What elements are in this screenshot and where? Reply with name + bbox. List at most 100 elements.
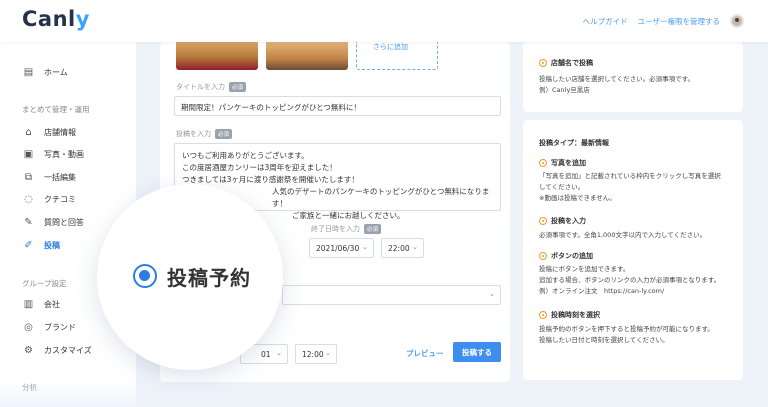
- required-badge: 必須: [364, 224, 382, 234]
- sidebar-item-company[interactable]: ▥ 会社: [22, 298, 60, 311]
- info-card-title-text: 店舗名で投稿: [551, 59, 593, 67]
- schedule-time-value: 12:00: [302, 350, 324, 359]
- help-guide-link[interactable]: ヘルプガイド: [583, 16, 628, 27]
- sidebar-item-label: 投稿: [44, 241, 60, 250]
- store-icon: ⌂: [25, 127, 32, 138]
- sidebar-item-posts[interactable]: ✐ 投稿: [22, 239, 60, 252]
- post-line: いつもご利用ありがとうございます。: [182, 151, 309, 160]
- guide-line: ※動画は投稿できません。: [539, 194, 616, 202]
- image-icon: ▣: [23, 149, 34, 160]
- magnifier-overlay: 投稿予約: [97, 184, 283, 370]
- title-input-value: 期間限定！パンケーキのトッピングがひとつ無料に！: [181, 103, 361, 112]
- guide-line: 投稿したい日付と時刻を選択してください。: [539, 336, 669, 344]
- sidebar-item-reviews[interactable]: ◌ クチコミ: [22, 193, 76, 206]
- guide-line: 投稿予約のボタンを押下すると投稿予約が可能になります。: [539, 325, 714, 333]
- button-type-select[interactable]: ⌄: [282, 285, 501, 305]
- guide-line: 追加する場合、ボタンのリンクの入力が必須事項となります。: [539, 276, 721, 284]
- chevron-down-icon: ⌄: [325, 349, 331, 357]
- avatar[interactable]: [730, 14, 744, 28]
- store-info-card: 店舗名で投稿 投稿したい店舗を選択してください。必須事項です。 例）Canly旦…: [523, 42, 743, 112]
- schedule-time-select[interactable]: 12:00 ⌄: [295, 344, 337, 364]
- pencil-icon: ✐: [24, 240, 33, 251]
- guide-line: してください。: [539, 183, 585, 191]
- logo-text: Canl: [22, 7, 76, 31]
- guide-section-title-text: 投稿を入力: [551, 217, 586, 225]
- location-pin-icon: [539, 252, 547, 260]
- title-label: タイトルを入力 必須: [176, 82, 247, 92]
- gear-icon: ⚙: [24, 345, 33, 356]
- qa-icon: ✎: [24, 217, 33, 228]
- sidebar-item-label: ブランド: [44, 323, 76, 332]
- end-datetime-label: 終了日時を入力 必須: [311, 224, 382, 234]
- sidebar-item-label: 会社: [44, 300, 60, 309]
- sidebar-item-label: 一括編集: [44, 173, 76, 182]
- guide-section-text: 「写真を追加」と記載されている枠内をクリックし写真を選択 してください。 ※動画…: [539, 171, 739, 204]
- post-guide-card: 投稿タイプ：最新情報 写真を追加 「写真を追加」と記載されている枠内をクリックし…: [523, 120, 743, 380]
- preview-button[interactable]: プレビュー: [406, 348, 444, 359]
- info-card-text: 投稿したい店舗を選択してください。必須事項です。 例）Canly旦黒店: [539, 74, 739, 96]
- schedule-date-value: 01: [261, 350, 271, 359]
- photo-thumbnail[interactable]: [176, 42, 258, 70]
- review-icon: ◌: [24, 194, 33, 205]
- sidebar-item-label: 写真・動画: [44, 150, 84, 159]
- end-time-select[interactable]: 22:00 ⌄: [381, 238, 424, 258]
- add-photo-label: さらに追加: [373, 43, 408, 51]
- required-badge: 必須: [215, 129, 233, 139]
- guide-section-text: 投稿にボタンを追加できます。 追加する場合、ボタンのリンクの入力が必須事項となり…: [539, 264, 739, 297]
- guide-line: 「写真を追加」と記載されている枠内をクリックし写真を選択: [539, 172, 721, 180]
- sidebar-item-photos[interactable]: ▣ 写真・動画: [22, 148, 84, 161]
- guide-section-title: 写真を追加: [539, 158, 586, 168]
- info-line: 投稿したい店舗を選択してください。必須事項です。: [539, 75, 694, 83]
- sidebar-item-customize[interactable]: ⚙ カスタマイズ: [22, 344, 92, 357]
- guide-heading: 投稿タイプ：最新情報: [539, 139, 609, 147]
- building-icon: ▥: [23, 299, 34, 310]
- sidebar-item-bulk-edit[interactable]: ⧉ 一括編集: [22, 171, 76, 184]
- sidebar-section-group: グループ設定: [22, 279, 67, 288]
- guide-line: 必須事項です。全角1,000文字以内で入力してください。: [539, 231, 707, 239]
- guide-line: 例）オンライン注文 https://can-ly.com/: [539, 287, 665, 295]
- title-input[interactable]: 期間限定！パンケーキのトッピングがひとつ無料に！: [174, 96, 501, 116]
- sidebar-item-store-info[interactable]: ⌂ 店舗情報: [22, 126, 76, 139]
- chevron-down-icon: ⌄: [276, 349, 282, 357]
- schedule-post-label: 投稿予約: [167, 266, 251, 290]
- post-label: 投稿を入力 必須: [176, 129, 233, 139]
- location-pin-icon: [539, 217, 547, 225]
- guide-line: 投稿にボタンを追加できます。: [539, 265, 630, 273]
- chevron-down-icon: ⌄: [412, 243, 418, 251]
- end-date-select[interactable]: 2021/06/30 ⌄: [309, 238, 374, 258]
- sidebar-item-home[interactable]: ▤ ホーム: [22, 66, 68, 79]
- info-card-title: 店舗名で投稿: [539, 58, 593, 68]
- required-badge: 必須: [229, 82, 247, 92]
- post-line: この度居酒屋カンリーは3周年を迎えました！: [182, 163, 337, 172]
- brand-icon: ◎: [24, 322, 33, 333]
- user-permission-link[interactable]: ユーザー権限を管理する: [638, 16, 720, 27]
- chevron-down-icon: ⌄: [489, 290, 495, 298]
- info-line: 例）Canly旦黒店: [539, 86, 590, 94]
- sidebar-item-brand[interactable]: ◎ ブランド: [22, 321, 76, 334]
- sidebar-item-label: 質問と回答: [44, 218, 84, 227]
- location-pin-icon: [539, 311, 547, 319]
- bulk-edit-icon: ⧉: [24, 172, 33, 183]
- guide-section-title-text: 投稿時刻を選択: [551, 311, 600, 319]
- chevron-down-icon: ⌄: [362, 243, 368, 251]
- guide-section-title-text: 写真を追加: [551, 159, 586, 167]
- sidebar-item-qa[interactable]: ✎ 質問と回答: [22, 216, 84, 229]
- photo-thumbnail[interactable]: [266, 42, 348, 70]
- end-datetime-label-text: 終了日時を入力: [311, 225, 360, 233]
- sidebar-section-analysis: 分析: [22, 383, 37, 392]
- end-time-value: 22:00: [388, 244, 410, 253]
- guide-section-title: ボタンの追加: [539, 251, 593, 261]
- add-photo-dropzone[interactable]: さらに追加: [356, 42, 438, 70]
- guide-section-text: 必須事項です。全角1,000文字以内で入力してください。: [539, 230, 739, 241]
- sidebar-section-manage: まとめて管理・運用: [22, 105, 90, 114]
- header-links: ヘルプガイド ユーザー権限を管理する: [583, 14, 744, 28]
- location-pin-icon: [539, 59, 547, 67]
- title-label-text: タイトルを入力: [176, 83, 225, 91]
- schedule-post-radio[interactable]: [133, 264, 157, 288]
- sidebar-item-label: 店舗情報: [44, 128, 76, 137]
- canly-logo[interactable]: Canly: [22, 7, 90, 31]
- submit-post-button[interactable]: 投稿する: [453, 342, 501, 362]
- location-pin-icon: [539, 159, 547, 167]
- post-label-text: 投稿を入力: [176, 130, 211, 138]
- guide-section-title-text: ボタンの追加: [551, 252, 593, 260]
